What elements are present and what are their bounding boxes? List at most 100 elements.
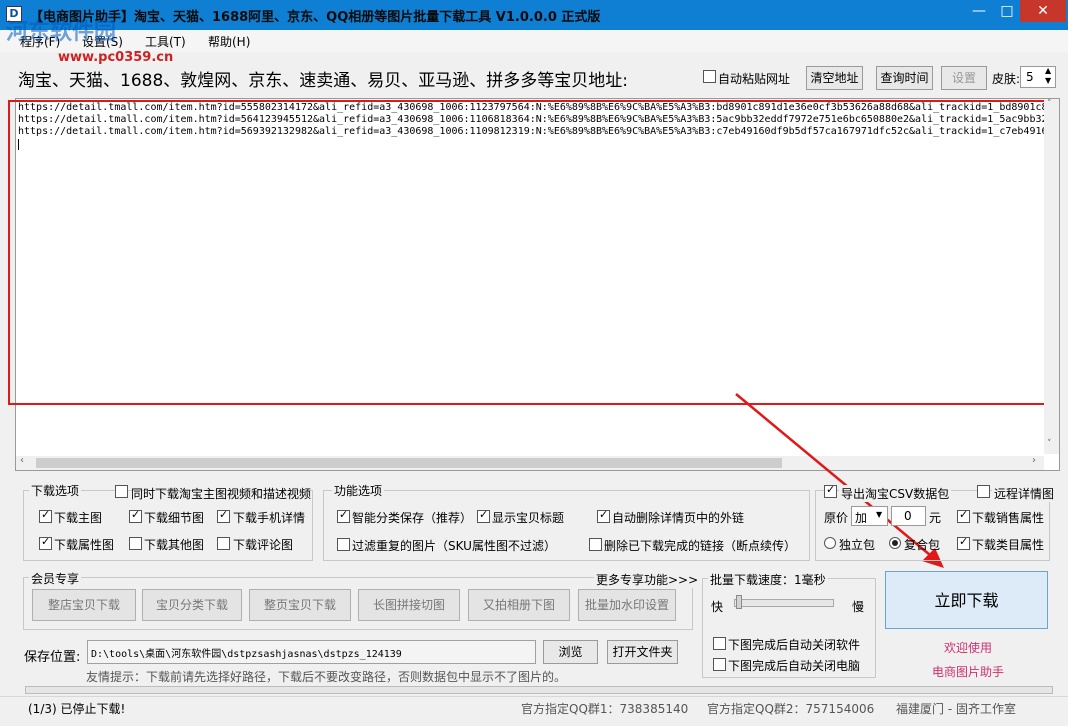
delete-done-checkbox[interactable]: [589, 538, 602, 554]
video-checkbox[interactable]: [115, 485, 128, 501]
mobile-detail-checkbox[interactable]: [217, 508, 230, 526]
auto-delete-checkbox[interactable]: [597, 508, 610, 526]
qq-group-1: 官方指定QQ群1：738385140: [521, 702, 689, 716]
combined-label: 复合包: [904, 538, 941, 552]
attr-image-checkbox[interactable]: [39, 535, 52, 553]
combined-radio[interactable]: [889, 537, 901, 552]
smart-save-label: 智能分类保存（推荐）: [352, 511, 473, 525]
status-message: (1/3) 已停止下载!: [28, 702, 126, 716]
smart-save-checkbox[interactable]: [337, 508, 350, 526]
price-op-select[interactable]: 加 ▼: [851, 506, 888, 526]
spin-up-icon[interactable]: ▲: [1045, 66, 1051, 75]
scroll-thumb[interactable]: [36, 458, 782, 468]
friendly-tip: 友情提示：下载前请先选择好路径，下载后不要改变路径，否则数据包中显示不了图片的。: [86, 670, 567, 684]
remote-detail-label: 远程详情图: [992, 485, 1057, 502]
speed-slider-thumb[interactable]: [736, 595, 742, 609]
mobile-detail-label: 下载手机详情: [233, 511, 306, 525]
detail-image-checkbox[interactable]: [129, 508, 142, 526]
save-location-label: 保存位置:: [24, 650, 81, 665]
scroll-up-icon[interactable]: ˄: [1047, 99, 1052, 109]
price-op-value: 加: [855, 511, 868, 525]
detail-image-label: 下载细节图: [144, 511, 205, 525]
main-image-label: 下载主图: [54, 511, 103, 525]
browse-button[interactable]: 浏览: [543, 640, 598, 664]
review-image-checkbox[interactable]: [217, 537, 230, 553]
speed-title: 批量下载速度：1毫秒: [708, 571, 828, 588]
shop-download-button[interactable]: 整店宝贝下载: [32, 589, 136, 621]
scroll-down-icon[interactable]: ˅: [1047, 439, 1052, 449]
review-image-label: 下载评论图: [233, 538, 294, 552]
title-bar[interactable]: D 【电商图片助手】淘宝、天猫、1688阿里、京东、QQ相册等图片批量下载工具 …: [0, 0, 1068, 30]
csv-label: 导出淘宝CSV数据包: [839, 485, 952, 502]
save-path-input[interactable]: D:\tools\桌面\河东软件园\dstpzsashjasnas\dstpzs…: [87, 640, 536, 664]
auto-paste-label: 自动粘贴网址: [718, 72, 791, 86]
skin-value: 5: [1026, 70, 1034, 84]
progress-bar: [25, 686, 1053, 694]
upai-download-button[interactable]: 又拍相册下图: [468, 589, 570, 621]
clear-address-button[interactable]: 清空地址: [806, 66, 863, 90]
download-now-button[interactable]: 立即下载: [885, 571, 1048, 629]
price-label: 原价: [824, 511, 849, 525]
show-title-label: 显示宝贝标题: [492, 511, 565, 525]
standalone-label: 独立包: [839, 538, 876, 552]
page-download-button[interactable]: 整页宝贝下载: [249, 589, 351, 621]
other-image-checkbox[interactable]: [129, 537, 142, 553]
checkbox-icon: [703, 70, 716, 83]
url-highlight-box: [8, 100, 1046, 405]
query-time-button[interactable]: 查询时间: [876, 66, 933, 90]
category-download-button[interactable]: 宝贝分类下载: [142, 589, 242, 621]
long-image-button[interactable]: 长图拼接切图: [358, 589, 460, 621]
function-options-title: 功能选项: [332, 482, 385, 499]
speed-fast-label: 快: [711, 600, 724, 614]
close-pc-label: 下图完成后自动关闭电脑: [728, 659, 861, 673]
watermark-settings-button[interactable]: 批量加水印设置: [578, 589, 676, 621]
watermark-site: 河东软件园: [6, 20, 117, 45]
studio-credit: 福建厦门 - 固齐工作室: [896, 702, 1016, 716]
category-attr-label: 下载类目属性: [972, 538, 1045, 552]
close-button[interactable]: ✕: [1020, 0, 1066, 22]
save-path-value: D:\tools\桌面\河东软件园\dstpzsashjasnas\dstpzs…: [91, 649, 402, 660]
scroll-left-icon[interactable]: ‹: [20, 455, 24, 466]
maximize-button[interactable]: □: [996, 0, 1018, 22]
chevron-down-icon: ▼: [876, 510, 883, 519]
csv-checkbox[interactable]: [824, 483, 837, 501]
auto-delete-label: 自动删除详情页中的外链: [612, 511, 745, 525]
spin-down-icon[interactable]: ▼: [1045, 76, 1051, 85]
watermark-url: www.pc0359.cn: [58, 50, 174, 65]
more-features-link[interactable]: 更多专享功能>>>: [594, 571, 701, 588]
scroll-right-icon[interactable]: ›: [1032, 455, 1036, 466]
price-unit: 元: [929, 511, 942, 525]
vertical-scrollbar[interactable]: ˄ ˅: [1044, 99, 1059, 454]
price-input[interactable]: 0: [891, 506, 926, 526]
address-label: 淘宝、天猫、1688、敦煌网、京东、速卖通、易贝、亚马逊、拼多多等宝贝地址:: [18, 71, 628, 91]
category-attr-checkbox[interactable]: [957, 535, 970, 553]
delete-done-label: 删除已下载完成的链接（断点续传）: [604, 539, 797, 553]
speed-slow-label: 慢: [852, 600, 865, 614]
skin-spinner[interactable]: 5 ▲ ▼: [1020, 66, 1056, 88]
attr-image-label: 下载属性图: [54, 538, 115, 552]
member-title: 会员专享: [29, 570, 82, 587]
menu-bar: 程序(F) 设置(S) 工具(T) 帮助(H): [0, 30, 1068, 52]
qq-group-2: 官方指定QQ群2：757154006: [707, 702, 875, 716]
filter-dup-checkbox[interactable]: [337, 538, 350, 554]
settings-button[interactable]: 设置: [941, 66, 987, 90]
remote-detail-checkbox[interactable]: [977, 485, 990, 501]
video-label: 同时下载淘宝主图视频和描述视频: [131, 487, 312, 501]
minimize-button[interactable]: —: [968, 0, 990, 22]
main-image-checkbox[interactable]: [39, 508, 52, 526]
auto-paste-checkbox[interactable]: [703, 70, 716, 86]
close-app-checkbox[interactable]: [713, 637, 726, 653]
menu-tools[interactable]: 工具(T): [145, 33, 186, 50]
open-folder-button[interactable]: 打开文件夹: [607, 640, 678, 664]
menu-help[interactable]: 帮助(H): [208, 33, 250, 50]
show-title-checkbox[interactable]: [477, 508, 490, 526]
price-value: 0: [904, 509, 912, 523]
sales-attr-checkbox[interactable]: [957, 508, 970, 526]
close-app-label: 下图完成后自动关闭软件: [728, 638, 861, 652]
standalone-radio[interactable]: [824, 537, 836, 552]
speed-slider-track[interactable]: [734, 599, 834, 607]
skin-label: 皮肤:: [992, 72, 1021, 86]
welcome-text: 欢迎使用: [944, 641, 993, 655]
sales-attr-label: 下载销售属性: [972, 511, 1045, 525]
close-pc-checkbox[interactable]: [713, 658, 726, 674]
